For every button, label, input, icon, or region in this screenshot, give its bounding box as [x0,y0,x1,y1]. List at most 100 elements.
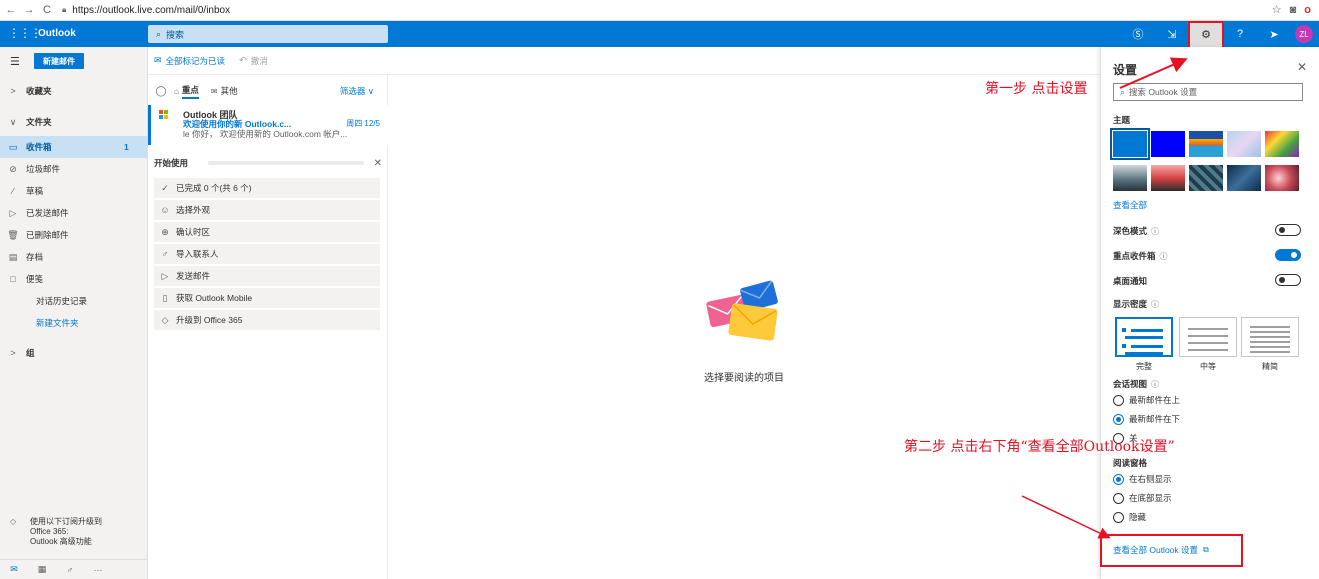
density-line [1188,342,1228,344]
nav-deleted[interactable]: 🗑︎ 已删除邮件 [0,224,148,246]
extension-icon[interactable]: o [1304,4,1311,16]
help-icon[interactable]: ? [1223,28,1257,40]
density-compact-option[interactable] [1241,317,1299,357]
search-icon: ⌕ [1120,86,1126,97]
upgrade-promo[interactable]: ◇ 使用以下订阅升级到 Office 365: Outlook 高级功能 [10,517,102,547]
star-icon[interactable]: ☆ [1272,3,1282,16]
undo-button[interactable]: ↶ 撤消 [239,55,268,67]
app-launcher-icon[interactable]: ⋮⋮⋮ [8,26,42,40]
nav-favorites[interactable]: > 收藏夹 [0,80,148,102]
settings-search-input[interactable]: ⌕ 搜索 Outlook 设置 [1113,83,1303,101]
nav-conversation-history[interactable]: 对话历史记录 [0,290,148,312]
nav-folders[interactable]: ∨ 文件夹 [0,111,148,133]
settings-title: 设置 [1113,63,1138,77]
reading-pane-hidden-radio[interactable]: 隐藏 [1113,511,1146,523]
theme-blue[interactable] [1110,128,1150,160]
back-icon[interactable]: ← [4,4,18,16]
desktop-notify-toggle[interactable] [1275,274,1301,286]
account-icon[interactable]: ◙ [1290,4,1297,16]
density-line [1188,335,1228,337]
nav-label: 文件夹 [26,117,52,127]
mark-all-read-label: 全部标记为已读 [165,55,226,66]
search-placeholder: 搜索 [166,29,185,40]
radio-circle [1113,394,1124,406]
theme-palm[interactable] [1151,165,1185,191]
reload-icon[interactable]: C [40,4,54,16]
nav-groups[interactable]: > 组 [0,342,148,364]
nav-inbox[interactable]: ▭ 收件箱 1 [0,136,148,158]
conversation-newest-bottom-radio[interactable]: 最新邮件在下 [1113,413,1180,425]
getting-started-item[interactable]: ⊕ 确认时区 [154,222,380,242]
tab-other[interactable]: ✉︎ 其他 [211,85,238,97]
nav-label: 存档 [26,252,44,262]
calendar-icon[interactable]: ▦ [28,564,56,575]
skype-icon[interactable]: Ⓢ [1121,26,1155,42]
nav-sent[interactable]: ▷ 已发送邮件 [0,202,148,224]
close-icon[interactable]: ✕ [374,158,382,169]
chevron-down-icon: ∨ [9,116,17,127]
undo-icon: ↶ [239,55,247,65]
filter-button[interactable]: 筛选器 ∨ [340,85,374,97]
theme-stripes[interactable] [1189,131,1223,157]
dark-mode-toggle[interactable] [1275,224,1301,236]
more-icon[interactable]: ··· [84,565,112,575]
message-row[interactable]: Outlook 团队 欢迎使用你的新 Outlook.c... 周四 12/5 … [148,105,388,145]
hamburger-icon[interactable]: ☰ [10,55,20,68]
brand-title[interactable]: Outlook [38,28,76,39]
new-folder-link[interactable]: 新建文件夹 [0,312,148,334]
chevron-right-icon: > [10,86,16,96]
getting-started-item[interactable]: ♂︎ 导入联系人 [154,244,380,264]
info-icon[interactable]: ⓘ [1160,252,1168,261]
nav-junk[interactable]: ⊘ 垃圾邮件 [0,158,148,180]
info-icon[interactable]: ⓘ [1151,227,1159,236]
info-icon[interactable]: ⓘ [1151,300,1159,309]
address-bar[interactable]: 🔒︎ https://outlook.live.com/mail/0/inbox [62,5,230,16]
focused-inbox-toggle[interactable] [1275,249,1301,261]
radio-label: 最新邮件在下 [1129,414,1181,424]
theme-wave[interactable] [1227,165,1261,191]
density-full-option[interactable] [1115,317,1173,357]
theme-mountain[interactable] [1113,165,1147,191]
whats-new-icon[interactable]: ➤ [1257,28,1291,41]
theme-circuit[interactable] [1189,165,1223,191]
gs-label: 获取 Outlook Mobile [176,293,253,303]
avatar[interactable]: ZL [1295,25,1313,43]
mail-icon[interactable]: ✉︎ [0,564,28,575]
myday-icon[interactable]: ⇲ [1155,28,1189,41]
people-icon[interactable]: ♂︎ [56,565,84,575]
nav-notes[interactable]: □ 便笺 [0,268,148,290]
density-line [1250,346,1290,348]
search-input[interactable]: ⌕ 搜索 [148,25,388,43]
close-icon[interactable]: ✕ [1297,60,1307,74]
settings-highlight-box [1188,21,1224,49]
density-medium-option[interactable] [1179,317,1237,357]
tab-focused[interactable]: ⌂ 重点 [174,84,199,99]
settings-panel: 设置 ✕ ⌕ 搜索 Outlook 设置 主题 查看全部 深色模式 ⓘ 重点收件箱… [1100,47,1319,579]
getting-started-item[interactable]: ☺︎ 选择外观 [154,200,380,220]
reading-pane-right-radio[interactable]: 在右侧显示 [1113,473,1172,485]
forward-icon[interactable]: → [22,4,36,16]
getting-started-item[interactable]: ◇ 升级到 Office 365 [154,310,380,330]
theme-feather[interactable] [1227,131,1261,157]
getting-started-item[interactable]: ▯ 获取 Outlook Mobile [154,288,380,308]
nav-drafts[interactable]: ∕ 草稿 [0,180,148,202]
send-icon: ▷ [161,270,169,281]
nav-archive[interactable]: ▤ 存档 [0,246,148,268]
mark-all-read-button[interactable]: ✉︎ 全部标记为已读 [154,55,225,67]
conversation-label: 会话视图 ⓘ [1113,378,1159,390]
filter-label: 筛选器 [339,86,366,96]
info-icon[interactable]: ⓘ [1151,380,1159,389]
reading-pane-bottom-radio[interactable]: 在底部显示 [1113,492,1172,504]
new-mail-button[interactable]: 新建邮件 [34,53,84,69]
diamond-icon: ◇ [161,314,169,325]
diamond-icon: ◇ [10,517,17,526]
see-all-themes-link[interactable]: 查看全部 [1113,199,1147,211]
getting-started-item[interactable]: ▷ 发送邮件 [154,266,380,286]
radio-circle [1113,511,1124,523]
conversation-newest-top-radio[interactable]: 最新邮件在上 [1113,394,1180,406]
theme-dark-blue[interactable] [1151,131,1185,157]
select-all-icon[interactable]: ◯ [148,86,174,97]
theme-colorful[interactable] [1265,131,1299,157]
theme-lights[interactable] [1265,165,1299,191]
density-label: 显示密度 ⓘ [1113,298,1159,310]
